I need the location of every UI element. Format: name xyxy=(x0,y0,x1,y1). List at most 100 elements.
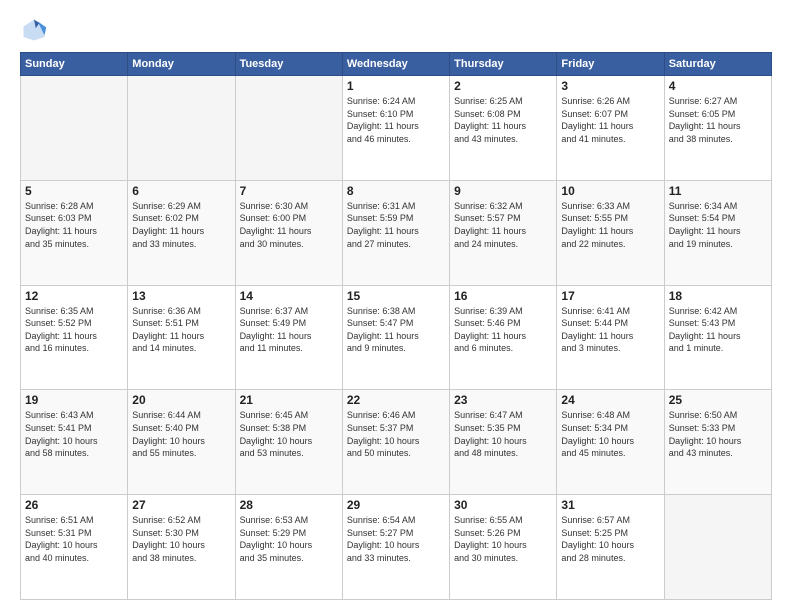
day-number: 23 xyxy=(454,393,552,407)
day-info: Sunrise: 6:25 AM Sunset: 6:08 PM Dayligh… xyxy=(454,95,552,145)
calendar-cell: 29 Sunrise: 6:54 AM Sunset: 5:27 PM Dayli… xyxy=(342,495,449,600)
day-info: Sunrise: 6:29 AM Sunset: 6:02 PM Dayligh… xyxy=(132,200,230,250)
day-number: 13 xyxy=(132,289,230,303)
calendar-cell: 21 Sunrise: 6:45 AM Sunset: 5:38 PM Dayli… xyxy=(235,390,342,495)
day-number: 2 xyxy=(454,79,552,93)
day-info: Sunrise: 6:42 AM Sunset: 5:43 PM Dayligh… xyxy=(669,305,767,355)
day-number: 29 xyxy=(347,498,445,512)
day-number: 7 xyxy=(240,184,338,198)
day-info: Sunrise: 6:34 AM Sunset: 5:54 PM Dayligh… xyxy=(669,200,767,250)
calendar-week-3: 12 Sunrise: 6:35 AM Sunset: 5:52 PM Dayli… xyxy=(21,285,772,390)
day-number: 21 xyxy=(240,393,338,407)
day-info: Sunrise: 6:35 AM Sunset: 5:52 PM Dayligh… xyxy=(25,305,123,355)
day-number: 25 xyxy=(669,393,767,407)
calendar-cell: 14 Sunrise: 6:37 AM Sunset: 5:49 PM Dayli… xyxy=(235,285,342,390)
weekday-header-saturday: Saturday xyxy=(664,53,771,76)
day-number: 5 xyxy=(25,184,123,198)
weekday-header-wednesday: Wednesday xyxy=(342,53,449,76)
day-info: Sunrise: 6:43 AM Sunset: 5:41 PM Dayligh… xyxy=(25,409,123,459)
day-number: 1 xyxy=(347,79,445,93)
calendar-week-1: 1 Sunrise: 6:24 AM Sunset: 6:10 PM Daylig… xyxy=(21,76,772,181)
day-number: 30 xyxy=(454,498,552,512)
weekday-header-thursday: Thursday xyxy=(450,53,557,76)
day-info: Sunrise: 6:44 AM Sunset: 5:40 PM Dayligh… xyxy=(132,409,230,459)
day-info: Sunrise: 6:57 AM Sunset: 5:25 PM Dayligh… xyxy=(561,514,659,564)
day-number: 26 xyxy=(25,498,123,512)
day-info: Sunrise: 6:38 AM Sunset: 5:47 PM Dayligh… xyxy=(347,305,445,355)
calendar-week-4: 19 Sunrise: 6:43 AM Sunset: 5:41 PM Dayli… xyxy=(21,390,772,495)
page: SundayMondayTuesdayWednesdayThursdayFrid… xyxy=(0,0,792,612)
day-info: Sunrise: 6:36 AM Sunset: 5:51 PM Dayligh… xyxy=(132,305,230,355)
calendar-cell: 31 Sunrise: 6:57 AM Sunset: 5:25 PM Dayli… xyxy=(557,495,664,600)
day-info: Sunrise: 6:31 AM Sunset: 5:59 PM Dayligh… xyxy=(347,200,445,250)
day-number: 20 xyxy=(132,393,230,407)
calendar-cell: 23Sunrise: 6:47 AM Sunset: 5:35 PM Dayli… xyxy=(450,390,557,495)
day-number: 22 xyxy=(347,393,445,407)
calendar-cell: 16 Sunrise: 6:39 AM Sunset: 5:46 PM Dayli… xyxy=(450,285,557,390)
calendar-cell: 30 Sunrise: 6:55 AM Sunset: 5:26 PM Dayli… xyxy=(450,495,557,600)
day-number: 17 xyxy=(561,289,659,303)
day-info: Sunrise: 6:33 AM Sunset: 5:55 PM Dayligh… xyxy=(561,200,659,250)
day-info: Sunrise: 6:28 AM Sunset: 6:03 PM Dayligh… xyxy=(25,200,123,250)
day-info: Sunrise: 6:26 AM Sunset: 6:07 PM Dayligh… xyxy=(561,95,659,145)
day-number: 10 xyxy=(561,184,659,198)
calendar-cell: 12 Sunrise: 6:35 AM Sunset: 5:52 PM Dayli… xyxy=(21,285,128,390)
weekday-header-tuesday: Tuesday xyxy=(235,53,342,76)
calendar-cell: 3 Sunrise: 6:26 AM Sunset: 6:07 PM Daylig… xyxy=(557,76,664,181)
day-number: 16 xyxy=(454,289,552,303)
day-info: Sunrise: 6:41 AM Sunset: 5:44 PM Dayligh… xyxy=(561,305,659,355)
day-number: 15 xyxy=(347,289,445,303)
calendar-cell: 7Sunrise: 6:30 AM Sunset: 6:00 PM Daylig… xyxy=(235,180,342,285)
calendar-cell: 20 Sunrise: 6:44 AM Sunset: 5:40 PM Dayli… xyxy=(128,390,235,495)
calendar-cell xyxy=(21,76,128,181)
logo xyxy=(20,16,52,44)
calendar-cell xyxy=(128,76,235,181)
calendar-cell: 19 Sunrise: 6:43 AM Sunset: 5:41 PM Dayli… xyxy=(21,390,128,495)
day-info: Sunrise: 6:39 AM Sunset: 5:46 PM Dayligh… xyxy=(454,305,552,355)
day-info: Sunrise: 6:55 AM Sunset: 5:26 PM Dayligh… xyxy=(454,514,552,564)
day-number: 14 xyxy=(240,289,338,303)
day-info: Sunrise: 6:37 AM Sunset: 5:49 PM Dayligh… xyxy=(240,305,338,355)
calendar-cell: 11Sunrise: 6:34 AM Sunset: 5:54 PM Dayli… xyxy=(664,180,771,285)
day-number: 27 xyxy=(132,498,230,512)
calendar-cell: 18 Sunrise: 6:42 AM Sunset: 5:43 PM Dayli… xyxy=(664,285,771,390)
day-info: Sunrise: 6:45 AM Sunset: 5:38 PM Dayligh… xyxy=(240,409,338,459)
day-info: Sunrise: 6:24 AM Sunset: 6:10 PM Dayligh… xyxy=(347,95,445,145)
day-info: Sunrise: 6:32 AM Sunset: 5:57 PM Dayligh… xyxy=(454,200,552,250)
calendar-cell: 4 Sunrise: 6:27 AM Sunset: 6:05 PM Daylig… xyxy=(664,76,771,181)
calendar-cell: 8Sunrise: 6:31 AM Sunset: 5:59 PM Daylig… xyxy=(342,180,449,285)
logo-icon xyxy=(20,16,48,44)
day-number: 31 xyxy=(561,498,659,512)
weekday-header-sunday: Sunday xyxy=(21,53,128,76)
day-info: Sunrise: 6:50 AM Sunset: 5:33 PM Dayligh… xyxy=(669,409,767,459)
day-number: 3 xyxy=(561,79,659,93)
calendar-cell: 10 Sunrise: 6:33 AM Sunset: 5:55 PM Dayli… xyxy=(557,180,664,285)
calendar-cell: 25 Sunrise: 6:50 AM Sunset: 5:33 PM Dayli… xyxy=(664,390,771,495)
calendar-cell: 5 Sunrise: 6:28 AM Sunset: 6:03 PM Daylig… xyxy=(21,180,128,285)
calendar-table: SundayMondayTuesdayWednesdayThursdayFrid… xyxy=(20,52,772,600)
calendar-week-2: 5 Sunrise: 6:28 AM Sunset: 6:03 PM Daylig… xyxy=(21,180,772,285)
calendar-cell: 24Sunrise: 6:48 AM Sunset: 5:34 PM Dayli… xyxy=(557,390,664,495)
day-number: 6 xyxy=(132,184,230,198)
weekday-header-friday: Friday xyxy=(557,53,664,76)
day-info: Sunrise: 6:54 AM Sunset: 5:27 PM Dayligh… xyxy=(347,514,445,564)
calendar-header-row: SundayMondayTuesdayWednesdayThursdayFrid… xyxy=(21,53,772,76)
calendar-cell xyxy=(235,76,342,181)
weekday-header-monday: Monday xyxy=(128,53,235,76)
day-number: 9 xyxy=(454,184,552,198)
day-number: 28 xyxy=(240,498,338,512)
day-number: 24 xyxy=(561,393,659,407)
day-info: Sunrise: 6:46 AM Sunset: 5:37 PM Dayligh… xyxy=(347,409,445,459)
day-number: 12 xyxy=(25,289,123,303)
calendar-cell: 13 Sunrise: 6:36 AM Sunset: 5:51 PM Dayli… xyxy=(128,285,235,390)
day-info: Sunrise: 6:51 AM Sunset: 5:31 PM Dayligh… xyxy=(25,514,123,564)
day-info: Sunrise: 6:52 AM Sunset: 5:30 PM Dayligh… xyxy=(132,514,230,564)
day-number: 19 xyxy=(25,393,123,407)
day-info: Sunrise: 6:27 AM Sunset: 6:05 PM Dayligh… xyxy=(669,95,767,145)
day-number: 18 xyxy=(669,289,767,303)
calendar-cell: 26 Sunrise: 6:51 AM Sunset: 5:31 PM Dayli… xyxy=(21,495,128,600)
calendar-cell xyxy=(664,495,771,600)
day-number: 4 xyxy=(669,79,767,93)
header xyxy=(20,16,772,44)
calendar-cell: 27 Sunrise: 6:52 AM Sunset: 5:30 PM Dayli… xyxy=(128,495,235,600)
